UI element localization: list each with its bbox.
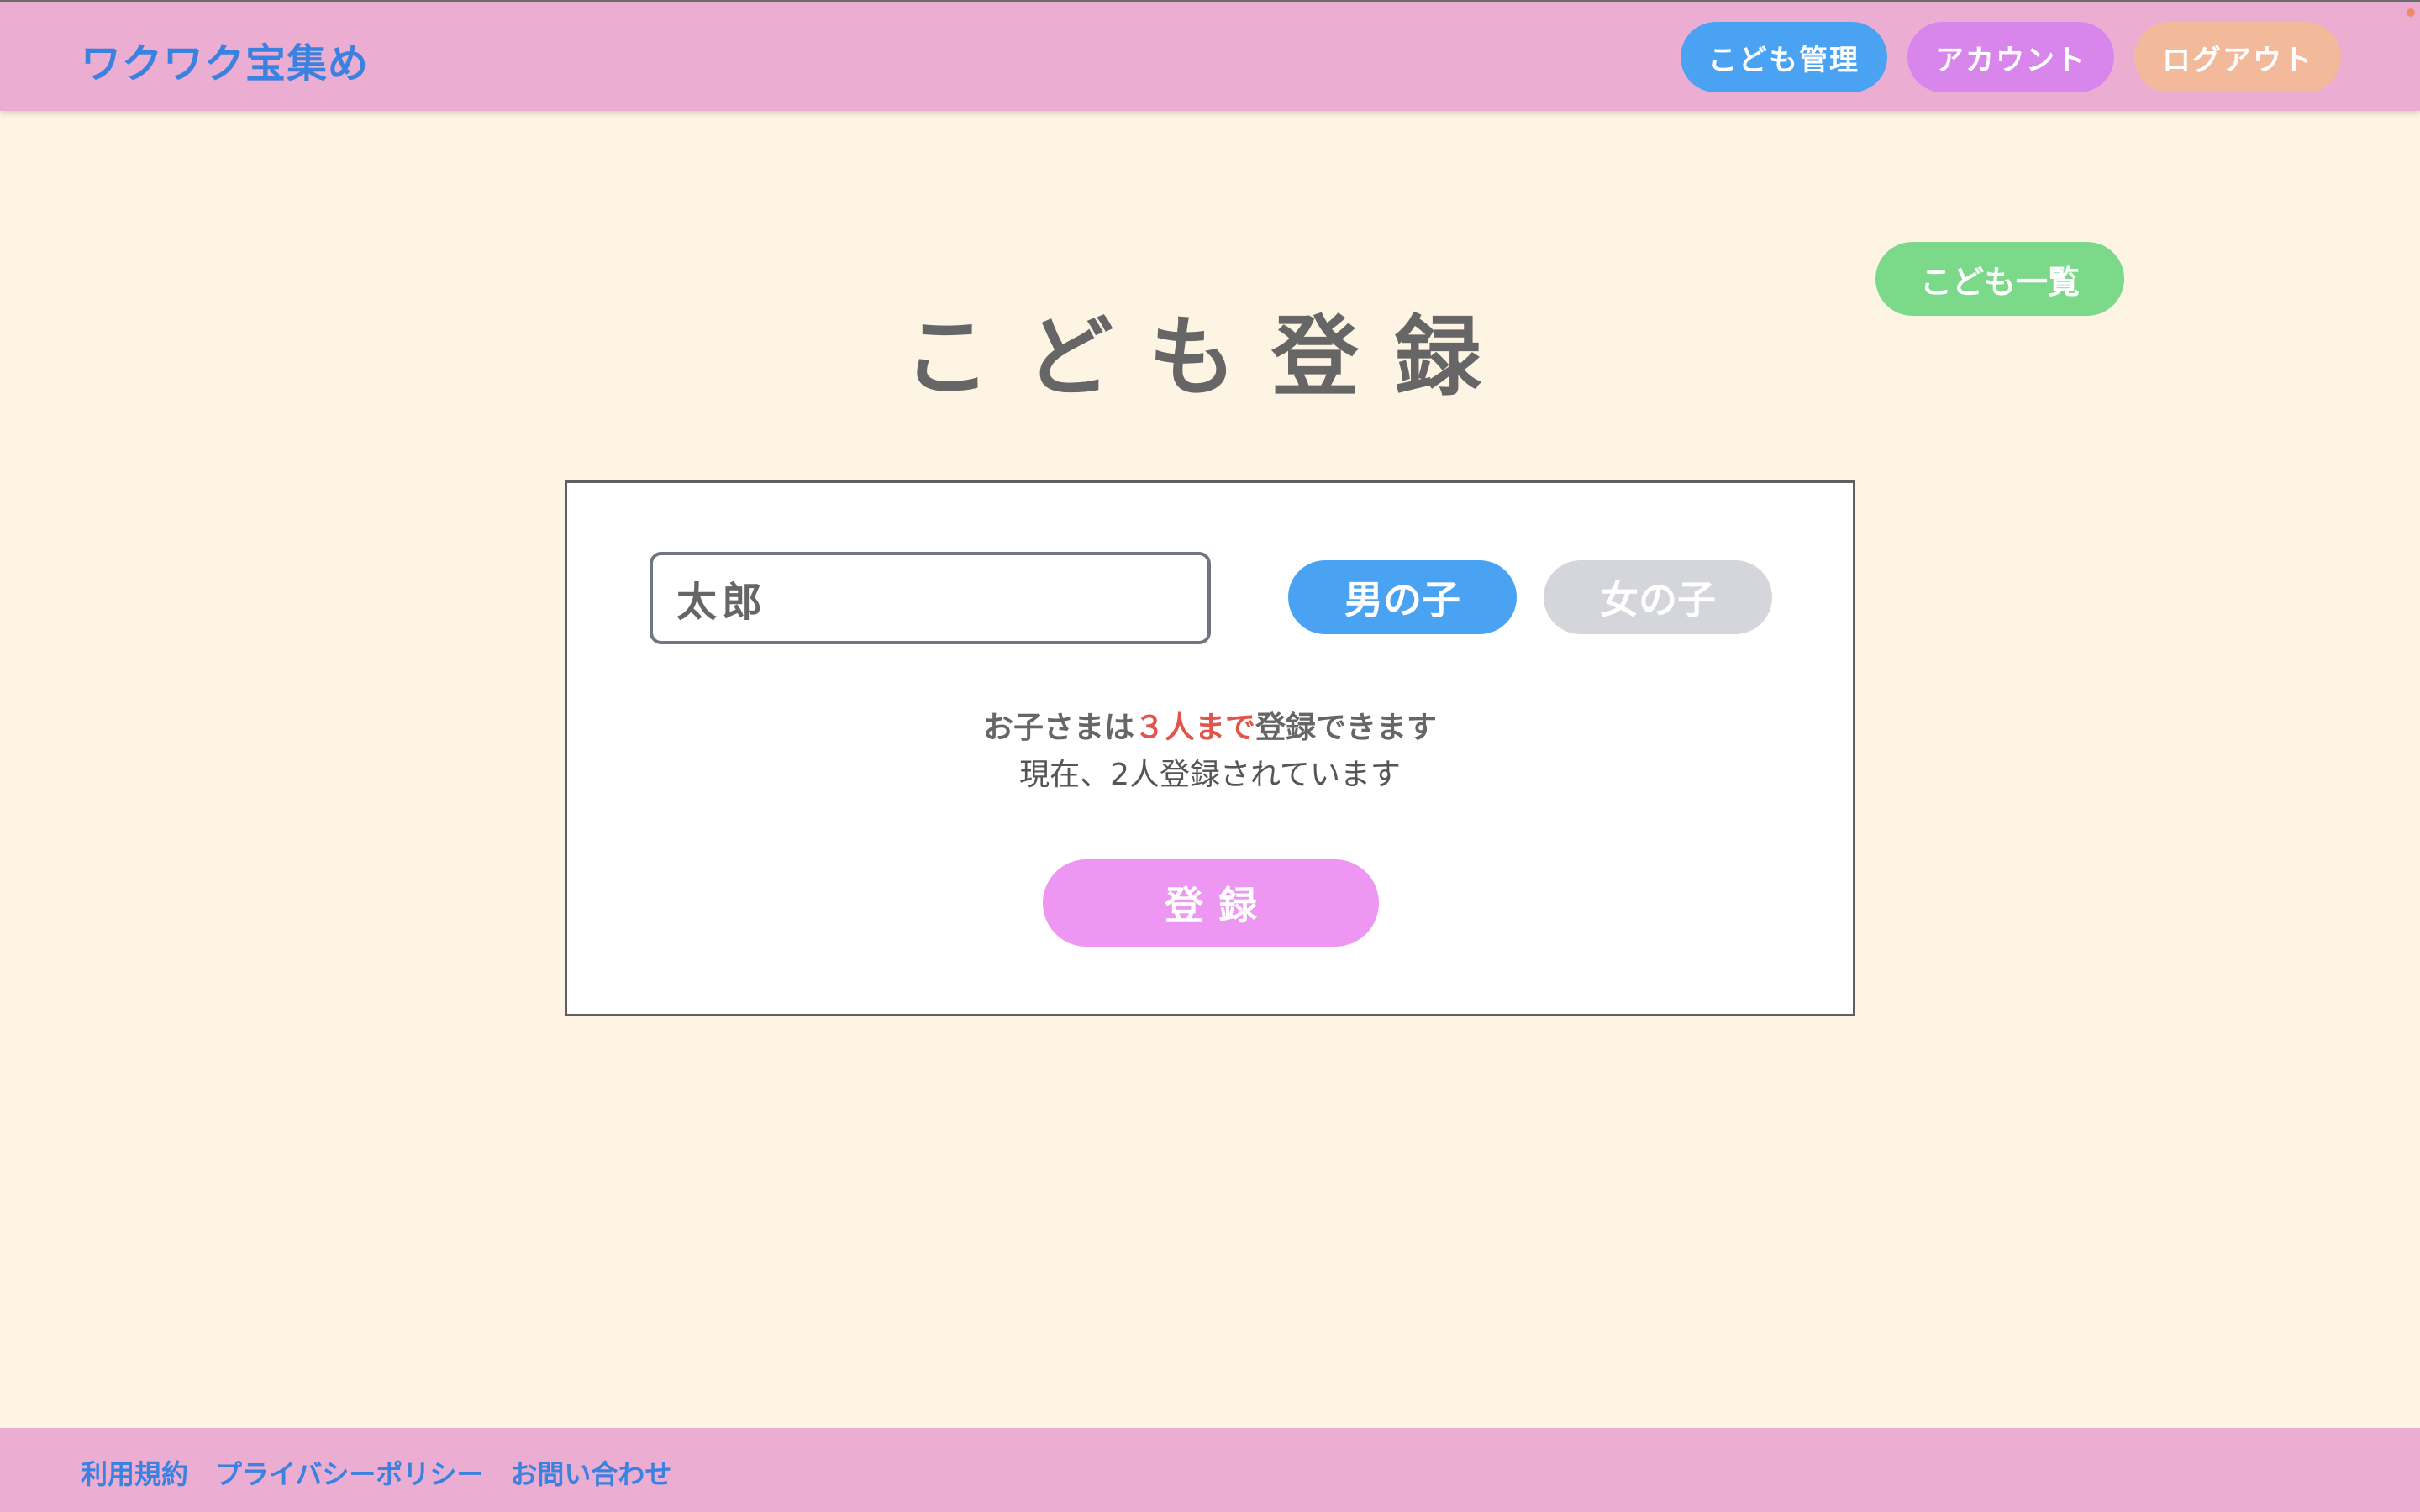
gender-girl-button[interactable]: 女の子 xyxy=(1544,560,1772,634)
notice-prefix: お子さまは xyxy=(982,711,1134,745)
notice-limit: ３人まで xyxy=(1134,711,1255,745)
register-button[interactable]: 登録 xyxy=(1043,859,1379,947)
logout-button[interactable]: ログアウト xyxy=(2134,22,2341,92)
account-button[interactable]: アカウント xyxy=(1907,22,2114,92)
contact-link[interactable]: お問い合わせ xyxy=(510,1453,671,1492)
current-count-status: 現在、2人登録されています xyxy=(1019,758,1401,792)
kids-list-button[interactable]: こども一覧 xyxy=(1876,242,2124,316)
footer-links: 利用規約 プライバシーポリシー お問い合わせ xyxy=(81,1453,671,1492)
privacy-policy-link[interactable]: プライバシーポリシー xyxy=(215,1453,483,1492)
kids-management-button[interactable]: こども管理 xyxy=(1681,22,1887,92)
registration-limit-notice: お子さまは３人まで登録できます xyxy=(567,703,1853,747)
terms-link[interactable]: 利用規約 xyxy=(81,1453,188,1492)
footer: 利用規約 プライバシーポリシー お問い合わせ xyxy=(0,1428,2420,1512)
child-name-input[interactable] xyxy=(650,552,1211,644)
site-logo[interactable]: ワクワク宝集め xyxy=(81,30,369,89)
notice-suffix: 登録できます xyxy=(1255,711,1438,745)
registration-card: 男の子 女の子 お子さまは３人まで登録できます 現在、2人登録されています 登録 xyxy=(565,480,1855,1016)
gender-boy-button[interactable]: 男の子 xyxy=(1288,560,1517,634)
top-header: ワクワク宝集め こども管理 アカウント ログアウト xyxy=(0,0,2420,111)
window-status-dot xyxy=(2407,8,2415,17)
